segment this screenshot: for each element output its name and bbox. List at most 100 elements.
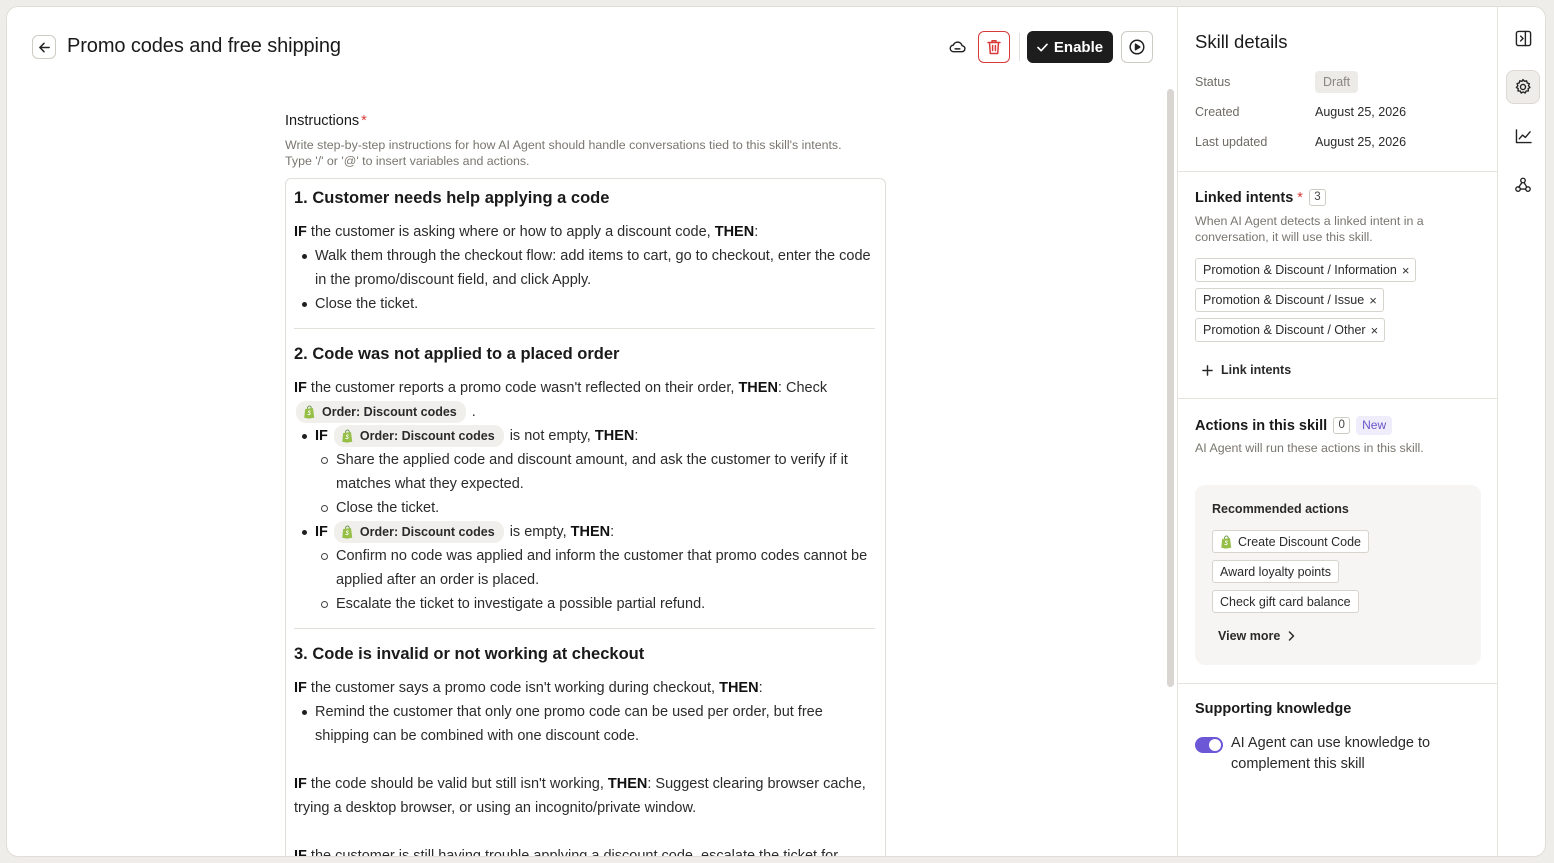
sub-list-item: Close the ticket. — [315, 496, 877, 520]
actions-title: Actions in this skill 0 New — [1195, 416, 1393, 435]
link-intents-button[interactable]: Link intents — [1202, 363, 1291, 377]
condition-line: IF the customer is still having trouble … — [294, 844, 877, 857]
variable-chip[interactable]: Order: Discount codes — [333, 425, 504, 448]
updated-label: Last updated — [1195, 135, 1268, 149]
condition-line: IF the customer is asking where or how t… — [294, 220, 877, 244]
header-divider — [1019, 33, 1020, 61]
skill-editor: Promo codes and free shipping Enable Ins… — [7, 7, 1177, 857]
action-chip[interactable]: Check gift card balance — [1212, 590, 1359, 613]
sub-list: Share the applied code and discount amou… — [315, 448, 877, 520]
toggle-panel-button[interactable] — [1506, 21, 1540, 55]
section-heading: 1. Customer needs help applying a code — [294, 189, 610, 207]
new-badge: New — [1356, 416, 1393, 435]
variable-chip[interactable]: Order: Discount codes — [296, 401, 466, 424]
condition-text: is not empty, — [505, 428, 595, 444]
variable-chip-label: Order: Discount codes — [322, 405, 457, 420]
status-label: Status — [1195, 75, 1231, 89]
intent-tag: Promotion & Discount / Other × — [1195, 318, 1386, 342]
variable-chip-label: Order: Discount codes — [359, 525, 495, 540]
analytics-tab-button[interactable] — [1506, 119, 1540, 153]
action-chip-label: Award loyalty points — [1220, 564, 1331, 579]
integrations-tab-button[interactable] — [1506, 168, 1540, 202]
action-chip[interactable]: Create Discount Code — [1212, 530, 1369, 553]
section-divider — [294, 328, 875, 329]
then-keyword: THEN — [607, 776, 648, 792]
action-chip[interactable]: Award loyalty points — [1212, 560, 1339, 583]
condition-line: IF the customer reports a promo code was… — [294, 376, 877, 424]
then-keyword: THEN — [594, 428, 635, 444]
instructions-label: Instructions * — [285, 113, 367, 129]
skill-details-panel: Skill details Status Draft Created Augus… — [1177, 7, 1498, 856]
back-button[interactable] — [32, 35, 56, 59]
test-button[interactable] — [1121, 31, 1153, 63]
action-chip-label: Check gift card balance — [1220, 594, 1351, 609]
variable-chip-label: Order: Discount codes — [359, 429, 495, 444]
save-status-button[interactable] — [945, 35, 969, 59]
help-line-1: Write step-by-step instructions for how … — [285, 138, 842, 152]
instructions-editor[interactable]: 1. Customer needs help applying a code I… — [285, 178, 886, 857]
chevron-right-icon — [1289, 631, 1295, 641]
remove-intent-icon[interactable]: × — [1369, 294, 1377, 307]
then-keyword: THEN — [714, 224, 755, 240]
plus-icon — [1202, 364, 1213, 376]
enable-button[interactable]: Enable — [1027, 31, 1113, 63]
colon: : — [634, 428, 639, 444]
gear-icon — [1515, 78, 1531, 94]
view-more-button[interactable]: View more — [1218, 629, 1295, 643]
settings-tab-button[interactable] — [1506, 70, 1540, 104]
sub-list: Confirm no code was applied and inform t… — [315, 544, 877, 616]
trash-icon — [987, 40, 1001, 55]
then-keyword: THEN — [570, 524, 611, 540]
delete-button[interactable] — [978, 31, 1010, 63]
condition-text: the code should be valid but still isn't… — [306, 776, 608, 792]
if-keyword: IF — [315, 428, 328, 444]
list-item: IF Order: Discount codes is empty, THEN:… — [294, 520, 877, 616]
then-keyword: THEN — [738, 380, 778, 396]
linked-intents-help: When AI Agent detects a linked intent in… — [1195, 214, 1424, 244]
action-chip-label: Create Discount Code — [1238, 534, 1361, 549]
variable-chip[interactable]: Order: Discount codes — [333, 521, 504, 544]
required-mark: * — [361, 113, 367, 129]
webhook-icon — [1515, 177, 1531, 192]
period: . — [471, 404, 476, 420]
if-keyword: IF — [294, 776, 307, 792]
condition-text: the customer is still having trouble app… — [306, 848, 839, 857]
remove-intent-icon[interactable]: × — [1402, 264, 1410, 277]
intent-tag-label: Promotion & Discount / Issue — [1203, 293, 1365, 307]
then-keyword: THEN — [719, 680, 759, 696]
scrollbar[interactable] — [1167, 89, 1174, 687]
cloud-icon — [949, 41, 966, 53]
intent-count-badge: 3 — [1308, 189, 1326, 206]
status-badge: Draft — [1315, 71, 1359, 93]
sub-list-item: Share the applied code and discount amou… — [315, 448, 877, 496]
created-label: Created — [1195, 105, 1240, 119]
actions-count-badge: 0 — [1333, 417, 1351, 434]
section-divider — [1178, 683, 1498, 684]
colon: : — [754, 224, 759, 240]
right-rail — [1497, 7, 1545, 856]
section-heading: 2. Code was not applied to a placed orde… — [294, 345, 620, 363]
if-keyword: IF — [294, 680, 307, 696]
shopify-icon — [304, 405, 315, 419]
section-divider — [294, 628, 875, 629]
section-divider — [1178, 171, 1498, 172]
shopify-icon — [1221, 534, 1232, 549]
knowledge-toggle[interactable] — [1195, 737, 1223, 753]
condition-text: the customer is asking where or how to a… — [306, 224, 715, 240]
actions-title-text: Actions in this skill — [1195, 418, 1328, 434]
view-more-label: View more — [1218, 629, 1281, 643]
section-divider — [1178, 398, 1498, 399]
required-mark: * — [1297, 190, 1303, 206]
check-icon — [1037, 43, 1048, 51]
remove-intent-icon[interactable]: × — [1371, 324, 1379, 337]
updated-value: August 25, 2026 — [1315, 135, 1407, 149]
if-keyword: IF — [294, 848, 307, 857]
instructions-help: Write step-by-step instructions for how … — [285, 137, 895, 169]
intent-tag: Promotion & Discount / Information × — [1195, 258, 1417, 282]
shopify-icon — [342, 429, 353, 443]
linked-intents-title-text: Linked intents — [1195, 190, 1294, 206]
instructions-label-text: Instructions — [285, 113, 360, 129]
bullet-list: Walk them through the checkout flow: add… — [294, 244, 877, 316]
